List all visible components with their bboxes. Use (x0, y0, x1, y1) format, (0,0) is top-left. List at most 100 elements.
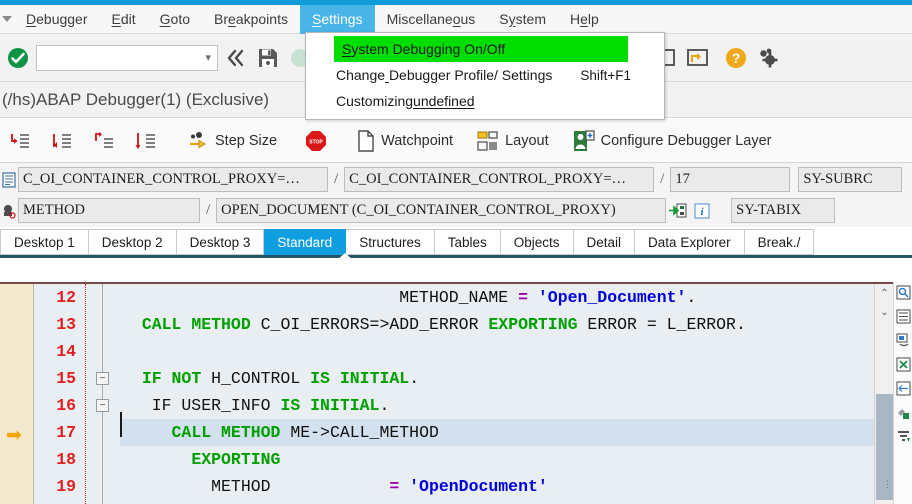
scrollbar-thumb[interactable]: ⋮ (876, 394, 893, 500)
stop-button[interactable]: STOP (298, 124, 340, 158)
indent-icon[interactable] (895, 380, 912, 397)
tab-tables[interactable]: Tables (434, 229, 501, 255)
code-line[interactable]: IF NOT H_CONTROL IS INITIAL. (120, 365, 893, 392)
save-icon[interactable] (254, 43, 282, 73)
tab-break[interactable]: Break./ (744, 229, 815, 255)
export-excel-icon[interactable] (895, 356, 912, 373)
line-number: 16 (56, 396, 76, 415)
tab-desktop-1[interactable]: Desktop 1 (0, 229, 89, 255)
fold-toggle-icon[interactable]: − (96, 372, 109, 385)
layout-button[interactable]: Layout (470, 124, 556, 158)
goto-source-icon[interactable] (666, 196, 690, 226)
menu-system[interactable]: System (487, 5, 558, 34)
settings-dropdown-menu[interactable]: System Debugging On/Off Change Debugger P… (305, 32, 665, 120)
code-line[interactable]: METHOD_NAME = 'Open_Document'. (120, 284, 893, 311)
menu-settings[interactable]: Settings (299, 4, 375, 34)
method-name-field[interactable]: OPEN_DOCUMENT (C_OI_CONTAINER_CONTROL_PR… (216, 198, 667, 223)
scroll-up-button[interactable]: ⌃ (875, 284, 893, 303)
tab-desktop-3[interactable]: Desktop 3 (176, 229, 265, 255)
step-over-button[interactable] (44, 124, 86, 158)
sort-icon[interactable] (895, 428, 912, 445)
step-size-button[interactable]: Step Size (180, 124, 284, 158)
code-line-current[interactable]: CALL METHOD ME->CALL_METHOD (120, 419, 893, 446)
code-token-plain: C_OI_ERRORS=>ADD_ERROR (260, 315, 489, 334)
enter-check-icon[interactable] (4, 43, 32, 73)
source-editor: ➡ 12 13 14 15 16 17 18 19 − − METHOD_NAME = 'Ope… (0, 282, 912, 504)
session-icon[interactable] (895, 332, 912, 349)
fold-guide-line (102, 284, 103, 504)
tab-label: Data Explorer (648, 234, 731, 250)
code-line[interactable]: EXPORTING (120, 446, 893, 473)
code-token-kw: EXPORTING (191, 450, 281, 469)
tab-label: Desktop 3 (189, 234, 251, 250)
dropdown-item-1[interactable]: Change Debugger Profile/ Settings Shift+F… (306, 62, 664, 88)
line-number-field[interactable]: 17 (670, 167, 791, 192)
find-icon[interactable] (895, 284, 912, 301)
code-token-plain: . (409, 369, 420, 388)
system-menu-icon[interactable] (0, 5, 14, 34)
tab-detail[interactable]: Detail (573, 229, 636, 255)
code-token-kw: IF NOT (141, 369, 212, 388)
line-number-gutter: 12 13 14 15 16 17 18 19 (34, 284, 86, 504)
line-number: 17 (56, 423, 76, 442)
sy-tabix-field[interactable]: SY-TABIX (731, 198, 836, 223)
watchpoint-button[interactable]: Watchpoint (350, 124, 460, 158)
tab-label: Structures (359, 234, 421, 250)
step-return-button[interactable] (86, 124, 128, 158)
breakpoint-gutter[interactable]: ➡ (0, 284, 34, 504)
configure-debugger-layer-button[interactable]: Configure Debugger Layer (566, 124, 779, 158)
program-field-2[interactable]: C_OI_CONTAINER_CONTROL_PROXY=… (344, 167, 655, 192)
dropdown-item-2[interactable]: Customizingundefined (306, 88, 664, 114)
fold-toggle-icon[interactable]: − (96, 399, 109, 412)
method-type-field[interactable]: METHOD (18, 198, 200, 223)
chevron-down-icon[interactable]: ▾ (205, 51, 211, 64)
abap-debugger-window: Debugger Edit Goto Breakpoints Settings Misce… (0, 0, 912, 504)
dropdown-item-shortcut: Shift+F1 (580, 67, 632, 83)
tab-structures[interactable]: Structures (346, 229, 435, 255)
menu-breakpoints[interactable]: Breakpoints (202, 5, 300, 34)
menu-edit[interactable]: Edit (100, 5, 148, 34)
dropdown-item-label: Change Debugger Profile/ Settings (336, 67, 553, 83)
field-separator-1: / (334, 171, 339, 187)
tab-label: Objects (513, 234, 560, 250)
editor-vertical-scrollbar[interactable]: ⌃ ⌄ ⋮ (874, 284, 893, 504)
tab-objects[interactable]: Objects (500, 229, 574, 255)
info-icon[interactable]: i (690, 196, 714, 226)
help-icon[interactable]: ? (722, 43, 750, 73)
restore-window-icon[interactable] (684, 43, 712, 73)
customize-gear-icon[interactable] (754, 43, 782, 73)
menu-help[interactable]: Help (558, 5, 611, 34)
line-number: 19 (56, 477, 76, 496)
tab-data-explorer[interactable]: Data Explorer (635, 229, 745, 255)
command-input[interactable] (41, 46, 213, 69)
code-token-str: 'Open_Document' (537, 288, 687, 307)
code-line[interactable]: METHOD = 'OpenDocument' (120, 473, 893, 500)
code-token-kw: IS INITIAL (280, 396, 380, 415)
dropdown-item-0[interactable]: System Debugging On/Off (334, 36, 628, 62)
tab-label: Detail (586, 234, 622, 250)
back-double-arrow-icon[interactable] (222, 43, 250, 73)
tab-desktop-2[interactable]: Desktop 2 (88, 229, 177, 255)
svg-text:STOP: STOP (309, 139, 323, 145)
program-field-1[interactable]: C_OI_CONTAINER_CONTROL_PROXY=… (18, 167, 328, 192)
command-field[interactable]: ▾ (36, 44, 218, 71)
continue-button[interactable] (128, 124, 170, 158)
menu-goto[interactable]: Goto (148, 5, 202, 34)
step-into-button[interactable] (2, 124, 44, 158)
code-folding-gutter[interactable]: − − (86, 284, 120, 504)
sy-subrc-field[interactable]: SY-SUBRC (798, 167, 903, 192)
page-title: (/hs)ABAP Debugger(1) (Exclusive) (2, 89, 270, 109)
line-number: 18 (56, 450, 76, 469)
tab-standard[interactable]: Standard (264, 229, 347, 255)
method-icon (0, 203, 18, 219)
code-line[interactable]: IF USER_INFO IS INITIAL. (120, 392, 893, 419)
list-icon[interactable] (895, 308, 912, 325)
code-line[interactable] (120, 338, 893, 365)
code-text-area[interactable]: METHOD_NAME = 'Open_Document'. CALL METH… (120, 284, 893, 504)
menu-miscellaneous[interactable]: Miscellaneous (375, 5, 488, 34)
program-icon (0, 171, 18, 188)
scroll-down-button[interactable]: ⌄ (875, 303, 893, 322)
menu-debugger[interactable]: Debugger (14, 5, 100, 34)
code-line[interactable]: CALL METHOD C_OI_ERRORS=>ADD_ERROR EXPOR… (120, 311, 893, 338)
pencil-icon[interactable] (895, 404, 912, 421)
